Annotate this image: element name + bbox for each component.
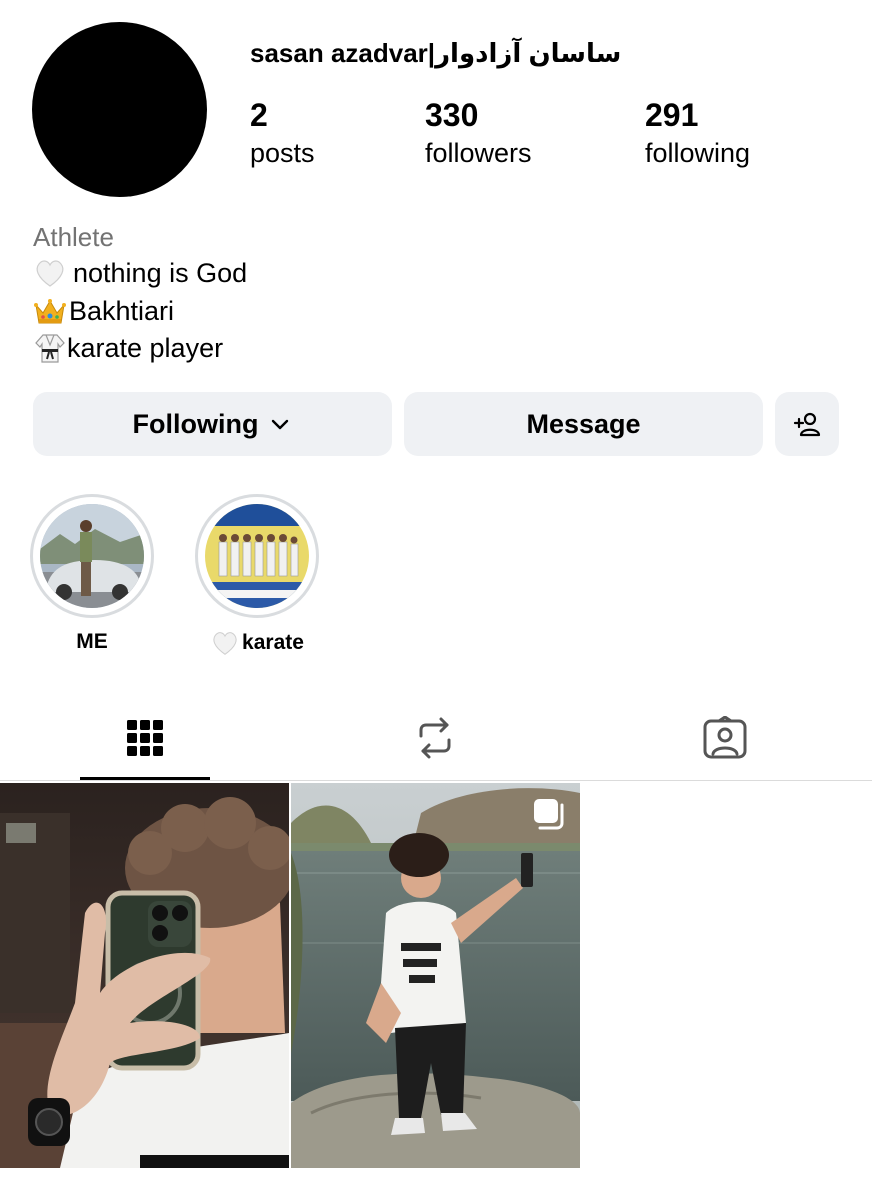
profile-username: sasan azadvar|ساسان آزادوار — [250, 38, 622, 68]
highlight-label: karate — [242, 631, 304, 654]
tab-tagged[interactable] — [660, 700, 790, 776]
crown-icon — [34, 299, 66, 324]
highlight-label-row: karate — [195, 630, 319, 656]
add-person-icon — [793, 412, 821, 437]
post-thumbnail[interactable] — [0, 783, 289, 1168]
following-button-label: Following — [132, 408, 259, 439]
stat-following-label: following — [645, 138, 751, 168]
chevron-down-icon — [272, 419, 289, 430]
highlight-cover-image — [40, 504, 144, 608]
tab-divider — [0, 780, 872, 781]
karate-uniform-icon — [35, 334, 65, 363]
tab-reposts[interactable] — [370, 700, 500, 776]
profile-category: Athlete — [33, 222, 114, 252]
message-button-label: Message — [526, 408, 641, 439]
message-button[interactable]: Message — [404, 392, 763, 456]
bio-line: karate player — [33, 331, 223, 365]
reels-repost-icon — [419, 717, 451, 759]
stat-following[interactable]: 291 following — [645, 98, 750, 170]
white-heart-icon — [36, 260, 64, 287]
multi-photo-icon — [534, 799, 564, 830]
bio-text: Bakhtiari — [69, 295, 175, 326]
stat-following-count: 291 — [645, 97, 699, 133]
tagged-person-icon — [703, 716, 747, 759]
highlight-ring — [30, 494, 154, 618]
highlight-cover-image — [205, 504, 309, 608]
post-image — [0, 783, 289, 1168]
suggested-people-button[interactable] — [775, 392, 839, 456]
bio-text: nothing is God — [73, 257, 248, 288]
profile-avatar[interactable] — [32, 22, 207, 197]
bio-line: Bakhtiari — [33, 294, 174, 328]
bio-text: karate player — [67, 332, 224, 363]
bio-line: nothing is God — [33, 256, 247, 290]
white-heart-icon — [213, 632, 237, 655]
active-tab-indicator — [80, 777, 210, 780]
highlight-karate[interactable]: karate — [195, 494, 319, 656]
stat-followers-count: 330 — [425, 97, 479, 133]
stat-posts: 2 posts — [250, 98, 315, 170]
tab-posts-grid[interactable] — [80, 700, 210, 776]
stat-posts-count: 2 — [250, 97, 268, 133]
post-thumbnail[interactable] — [291, 783, 580, 1168]
stat-followers[interactable]: 330 followers — [425, 98, 532, 170]
highlight-ring — [195, 494, 319, 618]
stat-posts-label: posts — [250, 138, 315, 168]
stat-followers-label: followers — [425, 138, 532, 168]
grid-icon — [127, 720, 163, 756]
highlight-me[interactable]: ME — [30, 494, 154, 654]
highlight-label: ME — [76, 630, 108, 653]
post-image — [291, 783, 580, 1168]
following-button[interactable]: Following — [33, 392, 392, 456]
